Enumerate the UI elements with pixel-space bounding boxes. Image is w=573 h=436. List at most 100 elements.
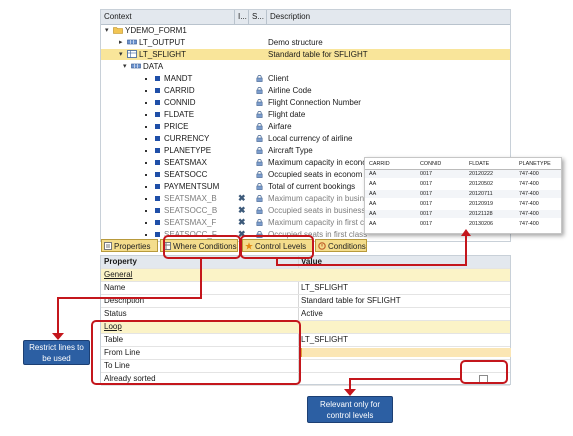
preview-cell: AA — [369, 211, 377, 217]
tree-node-description: Aircraft Type — [268, 146, 313, 155]
preview-row: AA 0017 20120502 747-400 — [365, 180, 561, 188]
expand-caret-icon[interactable]: ▾ — [119, 49, 123, 60]
preview-cell: 20120222 — [469, 171, 493, 177]
tree-bullet — [145, 102, 147, 104]
table-icon — [127, 50, 137, 58]
tree-node-description: Client — [268, 74, 289, 83]
tab-properties-label: Properties — [114, 242, 151, 251]
connector-line — [276, 264, 466, 266]
tree-node[interactable]: CURRENCY Local currency of airline — [101, 133, 510, 144]
preview-cell: 20121128 — [469, 211, 493, 217]
control-levels-highlight — [240, 235, 314, 259]
lock-icon — [256, 219, 263, 226]
preview-cell: AA — [369, 171, 377, 177]
preview-col-connid: CONNID — [420, 161, 442, 167]
field-icon — [155, 220, 160, 225]
tree-node-description: Occupied seats in econom — [268, 170, 363, 179]
tree-bullet — [145, 174, 147, 176]
tree-bullet — [145, 90, 147, 92]
preview-row: AA 0017 20120711 747-400 — [365, 190, 561, 198]
column-header-status[interactable]: S... — [249, 10, 267, 24]
tree-bullet — [145, 210, 147, 212]
preview-cell: 0017 — [420, 211, 432, 217]
tree-node[interactable]: PRICE Airfare — [101, 121, 510, 132]
preview-cell: 0017 — [420, 221, 432, 227]
tree-node-description: Local currency of airline — [268, 134, 353, 143]
connector-line — [349, 378, 461, 380]
preview-row: AA 0017 20121128 747-400 — [365, 210, 561, 218]
loop-section-highlight — [91, 320, 301, 385]
column-divider — [298, 295, 299, 307]
field-icon — [155, 112, 160, 117]
tree-bullet — [145, 126, 147, 128]
field-icon — [155, 100, 160, 105]
field-icon — [155, 196, 160, 201]
property-section[interactable]: General — [101, 269, 510, 282]
tree-node-label: CARRID — [164, 86, 195, 95]
property-column-header: Property — [104, 257, 137, 266]
preview-cell: AA — [369, 191, 377, 197]
tree-node[interactable]: ▾ LT_SFLIGHT Standard table for SFLIGHT — [101, 49, 510, 60]
column-header-description[interactable]: Description — [267, 10, 510, 24]
property-value: Standard table for SFLIGHT — [301, 296, 401, 305]
property-key: Name — [104, 283, 126, 292]
tree-node-description: Occupied seats in business — [268, 206, 366, 215]
tree-node[interactable]: FLDATE Flight date — [101, 109, 510, 120]
property-value: LT_SFLIGHT — [301, 283, 348, 292]
preview-cell: 747-400 — [519, 211, 539, 217]
structure-icon — [127, 39, 137, 45]
column-header-context[interactable]: Context — [101, 10, 235, 24]
field-icon — [155, 208, 160, 213]
conditions-icon — [318, 242, 326, 250]
tree-node-label: DATA — [143, 62, 164, 71]
field-icon — [155, 148, 160, 153]
tree-node[interactable]: ▸ LT_OUTPUT Demo structure — [101, 37, 510, 48]
field-icon — [155, 232, 160, 237]
tab-properties[interactable]: Properties — [101, 239, 158, 252]
tree-node-description: Demo structure — [268, 38, 323, 47]
from-line-input[interactable] — [300, 348, 511, 357]
tree-node-label: LT_OUTPUT — [139, 38, 186, 47]
tree-node[interactable]: CARRID Airline Code — [101, 85, 510, 96]
field-icon — [155, 124, 160, 129]
lock-icon — [256, 135, 263, 142]
collapse-caret-icon[interactable]: ▸ — [119, 37, 123, 48]
tree-node-label: CONNID — [164, 98, 196, 107]
lock-icon — [256, 87, 263, 94]
tree-node[interactable]: ▾ YDEMO_FORM1 — [101, 25, 510, 36]
tree-node-label: YDEMO_FORM1 — [125, 26, 187, 35]
expand-caret-icon[interactable]: ▾ — [105, 25, 109, 36]
tree-node[interactable]: MANDT Client — [101, 73, 510, 84]
connector-line — [200, 258, 202, 298]
preview-cell: 0017 — [420, 191, 432, 197]
tree-node-description: Maximum capacity in first c — [268, 218, 365, 227]
lock-icon — [256, 99, 263, 106]
tree-node[interactable]: PLANETYPE Aircraft Type — [101, 145, 510, 156]
preview-cell: 20120919 — [469, 201, 493, 207]
tree-node-description: Airline Code — [268, 86, 312, 95]
preview-cell: 747-400 — [519, 191, 539, 197]
preview-cell: 747-400 — [519, 201, 539, 207]
properties-icon — [104, 242, 112, 250]
tree-node-label: LT_SFLIGHT — [139, 50, 186, 59]
tree-node-description: Maximum capacity in busine — [268, 194, 369, 203]
property-row[interactable]: Name LT_SFLIGHT — [101, 282, 510, 295]
preview-cell: 20120502 — [469, 181, 493, 187]
lock-icon — [256, 111, 263, 118]
column-header-icon[interactable]: I... — [235, 10, 249, 24]
folder-icon — [113, 27, 123, 34]
lock-icon — [256, 183, 263, 190]
preview-cell: 0017 — [420, 181, 432, 187]
tree-node[interactable]: ▾ DATA — [101, 61, 510, 72]
table-content-preview: CARRID CONNID FLDATE PLANETYPE AA 0017 201… — [364, 157, 562, 234]
already-sorted-highlight — [460, 360, 508, 384]
expand-caret-icon[interactable]: ▾ — [123, 61, 127, 72]
callout-restrict-lines: Restrict lines to be used — [23, 340, 90, 365]
tree-bullet — [145, 78, 147, 80]
preview-row: AA 0017 20120919 747-400 — [365, 200, 561, 208]
tree-bullet — [145, 222, 147, 224]
tab-conditions[interactable]: Conditions — [315, 239, 367, 252]
connector-line — [57, 297, 202, 299]
lock-icon — [256, 75, 263, 82]
tree-node[interactable]: CONNID Flight Connection Number — [101, 97, 510, 108]
